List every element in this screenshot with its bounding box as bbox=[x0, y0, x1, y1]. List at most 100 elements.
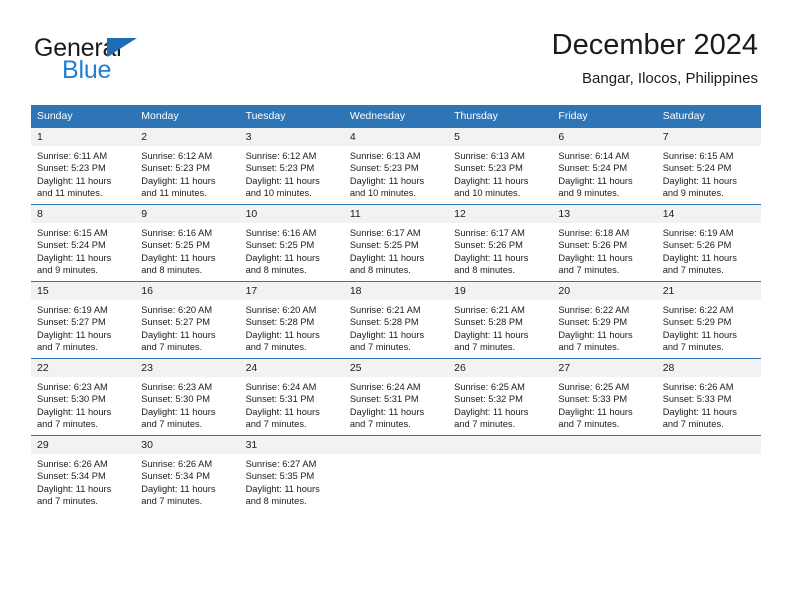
weekday-header-thursday: Thursday bbox=[448, 105, 553, 128]
daylight-text-line2: and 7 minutes. bbox=[558, 342, 620, 353]
calendar-table: Sunday Monday Tuesday Wednesday Thursday… bbox=[31, 105, 761, 512]
day-cell[interactable]: 8 Sunrise: 6:15 AM Sunset: 5:24 PM Dayli… bbox=[31, 204, 136, 282]
daylight-text-line1: Daylight: 11 hours bbox=[662, 329, 737, 340]
day-cell[interactable]: 31 Sunrise: 6:27 AM Sunset: 5:35 PM Dayl… bbox=[239, 435, 344, 512]
sunset-text: Sunset: 5:26 PM bbox=[662, 240, 732, 251]
day-cell[interactable]: 5 Sunrise: 6:13 AM Sunset: 5:23 PM Dayli… bbox=[448, 127, 553, 205]
daylight-text-line1: Daylight: 11 hours bbox=[141, 252, 216, 263]
day-cell[interactable]: 1 Sunrise: 6:11 AM Sunset: 5:23 PM Dayli… bbox=[31, 127, 136, 205]
day-cell[interactable]: 11 Sunrise: 6:17 AM Sunset: 5:25 PM Dayl… bbox=[343, 204, 449, 282]
sunrise-text: Sunrise: 6:24 AM bbox=[349, 382, 421, 392]
daylight-text-line1: Daylight: 11 hours bbox=[558, 252, 633, 263]
day-cell[interactable]: 25 Sunrise: 6:24 AM Sunset: 5:31 PM Dayl… bbox=[343, 358, 449, 436]
day-number: 25 bbox=[343, 359, 449, 377]
day-cell[interactable]: 24 Sunrise: 6:24 AM Sunset: 5:31 PM Dayl… bbox=[239, 358, 344, 436]
daylight-text-line2: and 11 minutes. bbox=[141, 188, 207, 199]
day-info: Sunrise: 6:15 AM Sunset: 5:24 PM Dayligh… bbox=[31, 223, 135, 277]
day-number: 9 bbox=[135, 205, 240, 223]
daylight-text-line2: and 8 minutes. bbox=[454, 265, 516, 276]
day-cell[interactable]: 22 Sunrise: 6:23 AM Sunset: 5:30 PM Dayl… bbox=[31, 358, 136, 436]
day-cell[interactable]: 9 Sunrise: 6:16 AM Sunset: 5:25 PM Dayli… bbox=[135, 204, 240, 282]
day-cell[interactable]: 7 Sunrise: 6:15 AM Sunset: 5:24 PM Dayli… bbox=[656, 127, 761, 205]
day-cell[interactable]: 10 Sunrise: 6:16 AM Sunset: 5:25 PM Dayl… bbox=[239, 204, 344, 282]
weekday-header-wednesday: Wednesday bbox=[343, 105, 449, 128]
day-cell[interactable]: 18 Sunrise: 6:21 AM Sunset: 5:28 PM Dayl… bbox=[343, 281, 449, 359]
day-cell-empty bbox=[552, 435, 657, 512]
day-info: Sunrise: 6:26 AM Sunset: 5:34 PM Dayligh… bbox=[135, 454, 239, 508]
day-cell[interactable]: 4 Sunrise: 6:13 AM Sunset: 5:23 PM Dayli… bbox=[343, 127, 449, 205]
day-number: 11 bbox=[343, 205, 449, 223]
daylight-text-line2: and 7 minutes. bbox=[245, 419, 307, 430]
calendar-body: 1 Sunrise: 6:11 AM Sunset: 5:23 PM Dayli… bbox=[31, 127, 761, 512]
day-info: Sunrise: 6:21 AM Sunset: 5:28 PM Dayligh… bbox=[344, 300, 448, 354]
sunset-text: Sunset: 5:26 PM bbox=[558, 240, 628, 251]
day-info: Sunrise: 6:20 AM Sunset: 5:28 PM Dayligh… bbox=[240, 300, 344, 354]
daylight-text-line1: Daylight: 11 hours bbox=[245, 483, 320, 494]
weekday-header-monday: Monday bbox=[135, 105, 240, 128]
day-cell[interactable]: 19 Sunrise: 6:21 AM Sunset: 5:28 PM Dayl… bbox=[448, 281, 553, 359]
day-cell[interactable]: 2 Sunrise: 6:12 AM Sunset: 5:23 PM Dayli… bbox=[135, 127, 240, 205]
sunrise-text: Sunrise: 6:12 AM bbox=[245, 151, 317, 161]
sunrise-text: Sunrise: 6:12 AM bbox=[141, 151, 213, 161]
day-cell[interactable]: 15 Sunrise: 6:19 AM Sunset: 5:27 PM Dayl… bbox=[31, 281, 136, 359]
day-cell[interactable]: 13 Sunrise: 6:18 AM Sunset: 5:26 PM Dayl… bbox=[552, 204, 657, 282]
sunset-text: Sunset: 5:30 PM bbox=[141, 394, 211, 405]
day-number: 17 bbox=[239, 282, 344, 300]
daylight-text-line2: and 7 minutes. bbox=[349, 342, 411, 353]
calendar-page: General Blue December 2024 Bangar, Iloco… bbox=[0, 0, 792, 612]
sunrise-text: Sunrise: 6:25 AM bbox=[454, 382, 525, 392]
week-row: 22 Sunrise: 6:23 AM Sunset: 5:30 PM Dayl… bbox=[31, 358, 761, 436]
day-info: Sunrise: 6:16 AM Sunset: 5:25 PM Dayligh… bbox=[240, 223, 344, 277]
sunset-text: Sunset: 5:25 PM bbox=[349, 240, 419, 251]
day-cell[interactable]: 12 Sunrise: 6:17 AM Sunset: 5:26 PM Dayl… bbox=[448, 204, 553, 282]
daylight-text-line1: Daylight: 11 hours bbox=[141, 406, 216, 417]
day-number: 6 bbox=[552, 128, 657, 146]
day-cell[interactable]: 28 Sunrise: 6:26 AM Sunset: 5:33 PM Dayl… bbox=[656, 358, 761, 436]
daylight-text-line2: and 7 minutes. bbox=[141, 342, 203, 353]
daylight-text-line1: Daylight: 11 hours bbox=[37, 175, 112, 186]
general-blue-logo[interactable]: General Blue bbox=[34, 34, 264, 90]
day-cell-empty bbox=[343, 435, 449, 512]
day-number: 20 bbox=[552, 282, 657, 300]
daylight-text-line1: Daylight: 11 hours bbox=[558, 175, 633, 186]
page-subtitle: Bangar, Ilocos, Philippines bbox=[582, 70, 758, 87]
day-cell[interactable]: 14 Sunrise: 6:19 AM Sunset: 5:26 PM Dayl… bbox=[656, 204, 761, 282]
sunrise-text: Sunrise: 6:25 AM bbox=[558, 382, 630, 392]
day-cell[interactable]: 6 Sunrise: 6:14 AM Sunset: 5:24 PM Dayli… bbox=[552, 127, 657, 205]
sunset-text: Sunset: 5:31 PM bbox=[349, 394, 419, 405]
sunrise-text: Sunrise: 6:18 AM bbox=[558, 228, 630, 238]
daylight-text-line1: Daylight: 11 hours bbox=[349, 329, 425, 340]
sunset-text: Sunset: 5:34 PM bbox=[141, 471, 211, 482]
daylight-text-line2: and 7 minutes. bbox=[662, 419, 724, 430]
day-cell[interactable]: 17 Sunrise: 6:20 AM Sunset: 5:28 PM Dayl… bbox=[239, 281, 344, 359]
day-cell[interactable]: 23 Sunrise: 6:23 AM Sunset: 5:30 PM Dayl… bbox=[135, 358, 240, 436]
day-number: 12 bbox=[448, 205, 553, 223]
sunrise-text: Sunrise: 6:26 AM bbox=[662, 382, 734, 392]
day-cell[interactable]: 29 Sunrise: 6:26 AM Sunset: 5:34 PM Dayl… bbox=[31, 435, 136, 512]
day-cell[interactable]: 27 Sunrise: 6:25 AM Sunset: 5:33 PM Dayl… bbox=[552, 358, 657, 436]
day-cell[interactable]: 20 Sunrise: 6:22 AM Sunset: 5:29 PM Dayl… bbox=[552, 281, 657, 359]
day-number: 4 bbox=[343, 128, 449, 146]
sunrise-text: Sunrise: 6:15 AM bbox=[37, 228, 108, 238]
sunset-text: Sunset: 5:30 PM bbox=[37, 394, 106, 405]
day-info: Sunrise: 6:20 AM Sunset: 5:27 PM Dayligh… bbox=[135, 300, 239, 354]
day-info: Sunrise: 6:17 AM Sunset: 5:25 PM Dayligh… bbox=[344, 223, 448, 277]
day-number: 1 bbox=[31, 128, 136, 146]
day-cell[interactable]: 21 Sunrise: 6:22 AM Sunset: 5:29 PM Dayl… bbox=[656, 281, 761, 359]
day-info: Sunrise: 6:23 AM Sunset: 5:30 PM Dayligh… bbox=[31, 377, 135, 431]
title-block: December 2024 Bangar, Ilocos, Philippine… bbox=[552, 28, 758, 90]
day-info: Sunrise: 6:23 AM Sunset: 5:30 PM Dayligh… bbox=[135, 377, 239, 431]
day-info: Sunrise: 6:18 AM Sunset: 5:26 PM Dayligh… bbox=[552, 223, 656, 277]
sunrise-text: Sunrise: 6:22 AM bbox=[558, 305, 630, 315]
day-cell[interactable]: 26 Sunrise: 6:25 AM Sunset: 5:32 PM Dayl… bbox=[448, 358, 553, 436]
sunset-text: Sunset: 5:35 PM bbox=[245, 471, 315, 482]
daylight-text-line1: Daylight: 11 hours bbox=[141, 175, 216, 186]
day-cell[interactable]: 3 Sunrise: 6:12 AM Sunset: 5:23 PM Dayli… bbox=[239, 127, 344, 205]
day-cell[interactable]: 30 Sunrise: 6:26 AM Sunset: 5:34 PM Dayl… bbox=[135, 435, 240, 512]
day-cell[interactable]: 16 Sunrise: 6:20 AM Sunset: 5:27 PM Dayl… bbox=[135, 281, 240, 359]
daylight-text-line2: and 7 minutes. bbox=[245, 342, 307, 353]
day-number: 3 bbox=[239, 128, 344, 146]
daylight-text-line1: Daylight: 11 hours bbox=[245, 406, 320, 417]
daylight-text-line2: and 9 minutes. bbox=[37, 265, 98, 276]
sunrise-text: Sunrise: 6:13 AM bbox=[349, 151, 421, 161]
